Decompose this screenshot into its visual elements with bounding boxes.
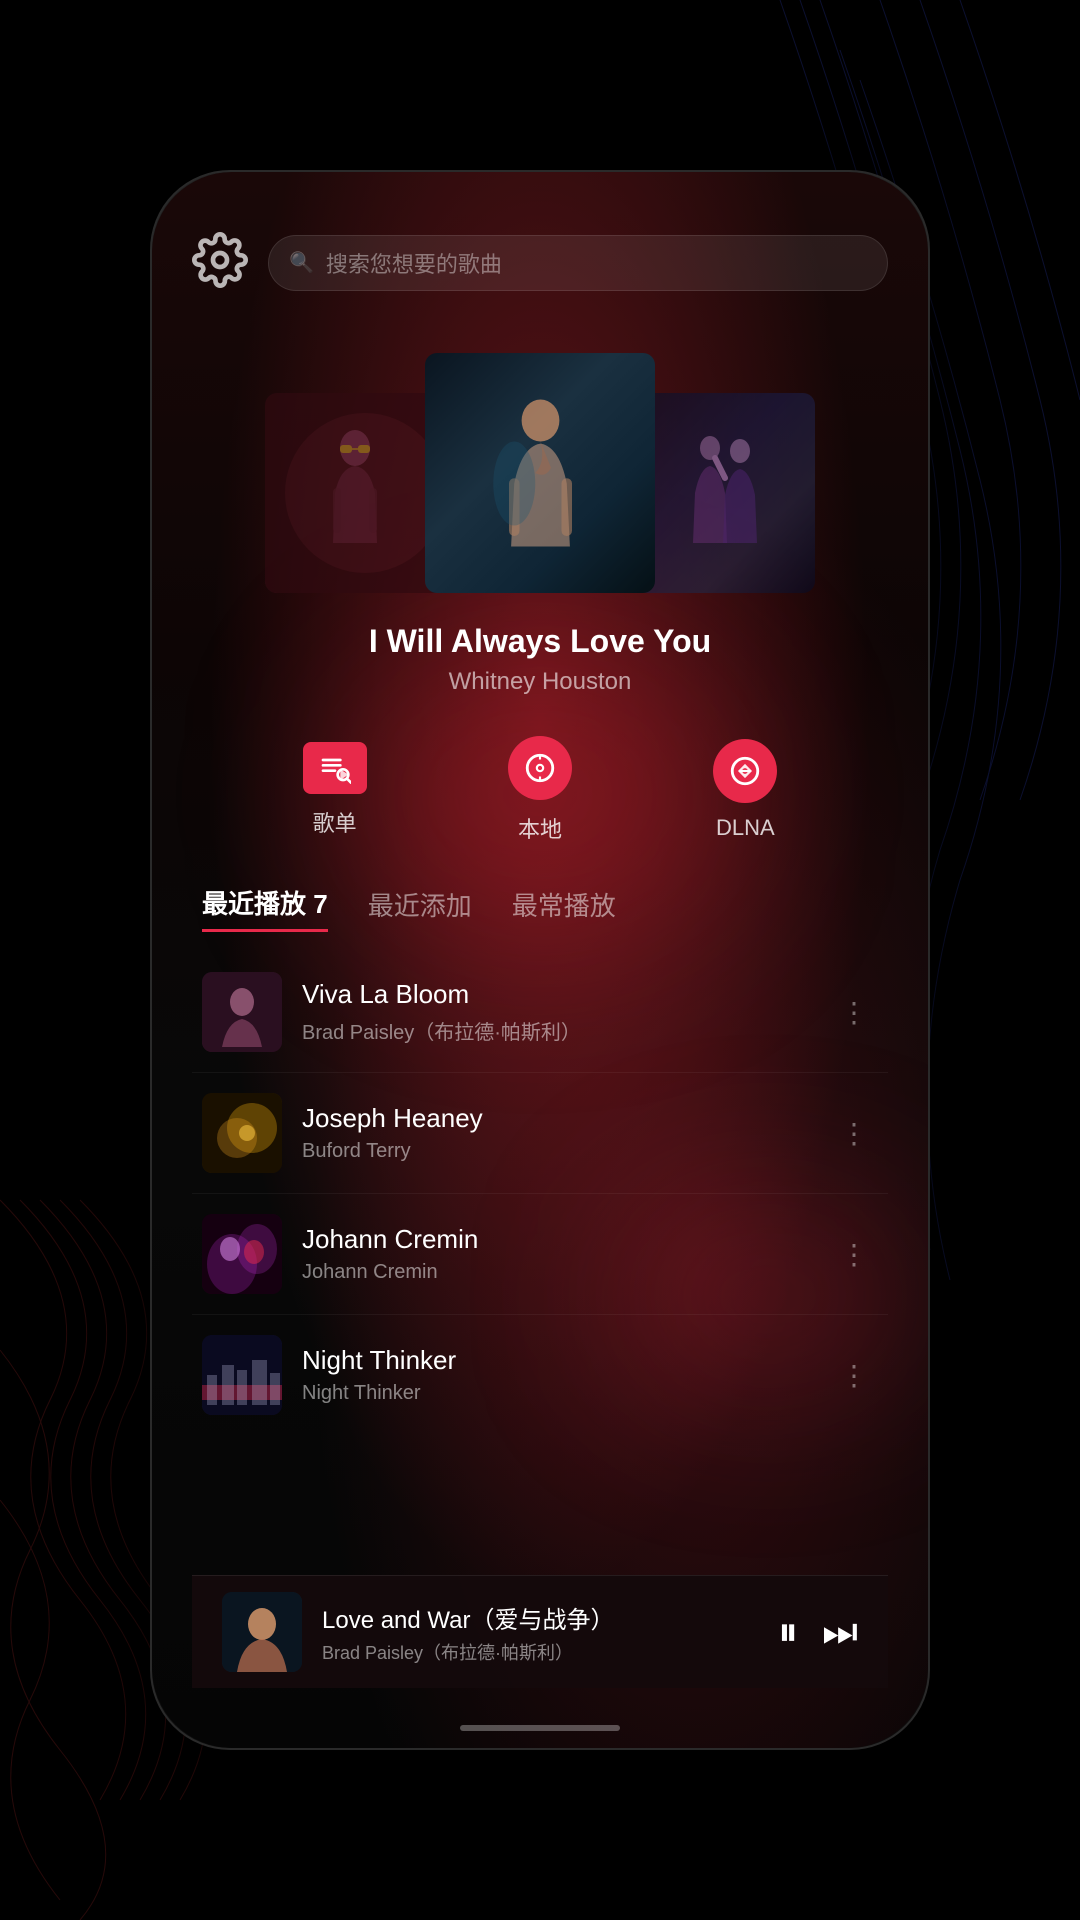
np-thumbnail xyxy=(222,1592,302,1672)
search-placeholder: 搜索您想要的歌曲 xyxy=(326,247,502,279)
song-item[interactable]: Night Thinker Night Thinker ⋮ xyxy=(192,1315,888,1435)
search-icon: 🔍 xyxy=(289,250,314,275)
album-carousel xyxy=(192,333,888,593)
song-info-3: Johann Cremin Johann Cremin xyxy=(302,1224,810,1284)
album-card-left[interactable] xyxy=(265,393,445,593)
dlna-label: DLNA xyxy=(716,815,775,841)
song-info-4: Night Thinker Night Thinker xyxy=(302,1345,810,1405)
now-playing-section: I Will Always Love You Whitney Houston xyxy=(192,623,888,696)
local-icon xyxy=(508,736,572,800)
np-info: Love and War（爱与战争） Brad Paisley（布拉德·帕斯利） xyxy=(322,1600,758,1665)
song-thumb-4 xyxy=(202,1335,282,1415)
song-title-4: Night Thinker xyxy=(302,1345,810,1376)
tab-most-played[interactable]: 最常播放 xyxy=(512,886,616,931)
nav-icons: 歌单 本地 xyxy=(192,736,888,844)
song-title-3: Johann Cremin xyxy=(302,1224,810,1255)
song-info-2: Joseph Heaney Buford Terry xyxy=(302,1103,810,1163)
home-bar xyxy=(460,1725,620,1731)
tab-recent[interactable]: 最近播放 7 xyxy=(202,884,328,932)
song-artist-2: Buford Terry xyxy=(302,1140,810,1163)
search-bar[interactable]: 🔍 搜索您想要的歌曲 xyxy=(268,235,888,291)
pause-button[interactable]: ⏸ xyxy=(778,1612,798,1652)
song-artist-1: Brad Paisley（布拉德·帕斯利） xyxy=(302,1016,810,1045)
song-thumb-1 xyxy=(202,972,282,1052)
tab-bar: 最近播放 7 最近添加 最常播放 xyxy=(192,884,888,932)
song-menu-2[interactable]: ⋮ xyxy=(830,1107,878,1160)
song-list: Viva La Bloom Brad Paisley（布拉德·帕斯利） ⋮ xyxy=(192,952,888,1575)
now-playing-title: I Will Always Love You xyxy=(192,623,888,660)
album-card-center[interactable] xyxy=(425,353,655,593)
album-card-right[interactable] xyxy=(635,393,815,593)
nav-item-dlna[interactable]: DLNA xyxy=(713,739,777,841)
tab-recent-add[interactable]: 最近添加 xyxy=(368,886,472,931)
album-art-figure-center xyxy=(425,353,655,593)
phone-content: 🔍 搜索您想要的歌曲 xyxy=(152,172,928,1748)
song-menu-1[interactable]: ⋮ xyxy=(830,986,878,1039)
np-artist: Brad Paisley（布拉德·帕斯利） xyxy=(322,1639,758,1665)
home-indicator xyxy=(192,1708,888,1748)
now-playing-artist: Whitney Houston xyxy=(192,668,888,696)
header: 🔍 搜索您想要的歌曲 xyxy=(192,232,888,293)
phone-frame: 🔍 搜索您想要的歌曲 xyxy=(150,170,930,1750)
song-menu-3[interactable]: ⋮ xyxy=(830,1228,878,1281)
album-art-figure-left xyxy=(265,393,445,593)
now-playing-bar[interactable]: Love and War（爱与战争） Brad Paisley（布拉德·帕斯利）… xyxy=(192,1575,888,1688)
song-artist-4: Night Thinker xyxy=(302,1382,810,1405)
next-button[interactable]: ⏭ xyxy=(822,1612,858,1652)
nav-item-playlist[interactable]: 歌单 xyxy=(303,742,367,838)
song-artist-3: Johann Cremin xyxy=(302,1261,810,1284)
np-title: Love and War（爱与战争） xyxy=(322,1600,758,1635)
song-thumb-3 xyxy=(202,1214,282,1294)
song-title-2: Joseph Heaney xyxy=(302,1103,810,1134)
app-content: 🔍 搜索您想要的歌曲 xyxy=(152,172,928,1748)
song-info-1: Viva La Bloom Brad Paisley（布拉德·帕斯利） xyxy=(302,979,810,1045)
song-item[interactable]: Viva La Bloom Brad Paisley（布拉德·帕斯利） ⋮ xyxy=(192,952,888,1073)
phone-wrapper: 🔍 搜索您想要的歌曲 xyxy=(150,170,930,1750)
song-menu-4[interactable]: ⋮ xyxy=(830,1349,878,1402)
song-item[interactable]: Joseph Heaney Buford Terry ⋮ xyxy=(192,1073,888,1194)
dlna-icon xyxy=(713,739,777,803)
song-thumb-2 xyxy=(202,1093,282,1173)
album-art-figure-right xyxy=(635,393,815,593)
playlist-label: 歌单 xyxy=(313,806,357,838)
playlist-icon xyxy=(303,742,367,794)
np-controls: ⏸ ⏭ xyxy=(778,1612,858,1652)
nav-item-local[interactable]: 本地 xyxy=(508,736,572,844)
song-title-1: Viva La Bloom xyxy=(302,979,810,1010)
settings-button[interactable] xyxy=(192,232,248,293)
song-item[interactable]: Johann Cremin Johann Cremin ⋮ xyxy=(192,1194,888,1315)
local-label: 本地 xyxy=(518,812,562,844)
